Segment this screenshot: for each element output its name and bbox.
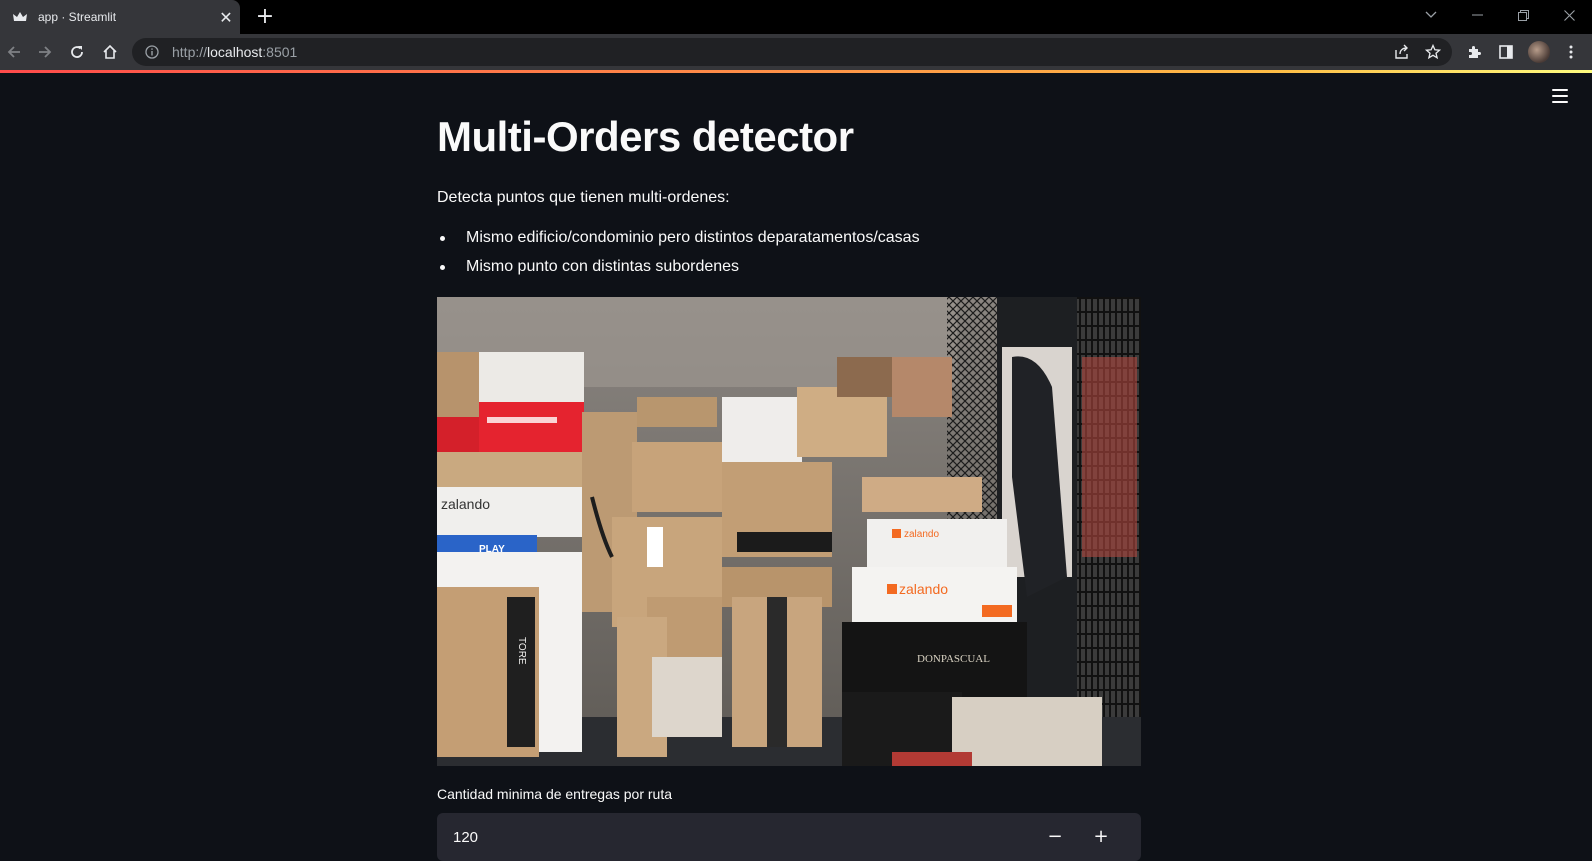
tab-title: app · Streamlit — [38, 10, 117, 24]
close-window-button[interactable] — [1546, 0, 1592, 30]
browser-toolbar: http://localhost:8501 — [0, 34, 1592, 70]
list-item: Mismo punto con distintas subordenes — [437, 257, 920, 286]
url-port: :8501 — [262, 44, 298, 60]
info-icon[interactable] — [144, 44, 160, 60]
number-input-value[interactable]: 120 — [453, 829, 478, 846]
increment-button[interactable]: + — [1085, 823, 1117, 851]
restore-button[interactable] — [1500, 0, 1546, 30]
box-label: DONPASCUAL — [917, 653, 990, 665]
url-text: http://localhost:8501 — [172, 44, 297, 60]
page-title: Multi-Orders detector — [437, 113, 854, 160]
box-label: TORE — [516, 637, 527, 665]
number-input-label: Cantidad minima de entregas por ruta — [437, 786, 673, 802]
home-button[interactable] — [96, 38, 124, 66]
hamburger-icon[interactable] — [1548, 86, 1572, 106]
streamlit-crown-icon — [12, 9, 28, 25]
box-label: zalando — [441, 496, 490, 512]
sidebar-icon[interactable] — [1492, 38, 1520, 66]
tab-search-button[interactable] — [1408, 0, 1454, 30]
profile-avatar[interactable] — [1528, 41, 1550, 63]
reload-button[interactable] — [63, 38, 91, 66]
packages-photo: zalando PLAY TORE zalando zalando DONPAS… — [437, 297, 1141, 766]
url-scheme: http:// — [172, 44, 208, 60]
decrement-button[interactable]: − — [1039, 823, 1071, 851]
new-tab-button[interactable]: + — [252, 4, 278, 30]
url-host: localhost — [207, 44, 263, 60]
tab-close-button[interactable]: ✕ — [212, 8, 240, 27]
box-label: zalando — [899, 581, 948, 597]
reload-icon — [71, 46, 83, 58]
deliveries-number-input[interactable]: 120 − + — [437, 813, 1141, 861]
list-item: Mismo edificio/condominio pero distintos… — [437, 228, 920, 257]
minimize-button[interactable] — [1454, 0, 1500, 30]
back-button[interactable] — [0, 38, 28, 66]
browser-tab[interactable]: app · Streamlit ✕ — [0, 0, 240, 34]
extensions-icon[interactable] — [1460, 38, 1488, 66]
share-icon[interactable] — [1388, 38, 1416, 66]
streamlit-decoration-bar — [0, 70, 1592, 73]
back-icon — [7, 46, 20, 58]
browser-tabbar: app · Streamlit ✕ + — [0, 0, 1592, 34]
forward-button[interactable] — [31, 38, 59, 66]
star-icon[interactable] — [1419, 38, 1447, 66]
hero-image-packages: zalando PLAY TORE zalando zalando DONPAS… — [437, 297, 1141, 766]
page-description: Detecta puntos que tienen multi-ordenes: — [437, 189, 730, 206]
forward-icon — [39, 46, 52, 58]
address-bar[interactable]: http://localhost:8501 — [132, 38, 1452, 66]
bullet-list: Mismo edificio/condominio pero distintos… — [437, 228, 920, 286]
home-icon — [103, 44, 117, 59]
menu-dots-icon[interactable] — [1557, 38, 1585, 66]
box-label: zalando — [904, 529, 939, 540]
